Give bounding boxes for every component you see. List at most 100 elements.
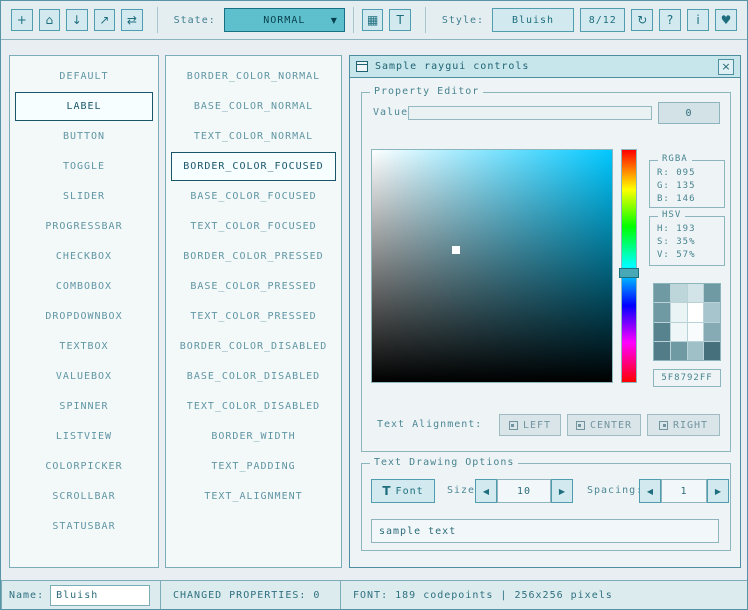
reload-style-button[interactable]: ↻ [631, 9, 653, 31]
controls-list-item[interactable]: DEFAULT [15, 62, 153, 91]
size-decrement-button[interactable]: ◀ [475, 479, 497, 503]
controls-list-item[interactable]: SLIDER [15, 182, 153, 211]
align-center-button[interactable]: CENTER [567, 414, 641, 436]
spacing-decrement-button[interactable]: ◀ [639, 479, 661, 503]
sample-text-input[interactable] [371, 519, 719, 543]
controls-list-item[interactable]: TEXTBOX [15, 332, 153, 361]
style-name-button[interactable]: Bluish [492, 8, 574, 32]
controls-list-item[interactable]: TOGGLE [15, 152, 153, 181]
properties-list-item[interactable]: BORDER_WIDTH [171, 422, 336, 451]
properties-list-item[interactable]: BASE_COLOR_FOCUSED [171, 182, 336, 211]
properties-list-item[interactable]: TEXT_COLOR_PRESSED [171, 302, 336, 331]
state-dropdown-value: NORMAL [263, 15, 305, 26]
controls-list-item[interactable]: LISTVIEW [15, 422, 153, 451]
controls-list-item[interactable]: VALUEBOX [15, 362, 153, 391]
text-icon: T [396, 13, 403, 27]
value-slider[interactable] [408, 106, 652, 120]
palette-swatch[interactable] [704, 284, 720, 302]
properties-list-item[interactable]: TEXT_COLOR_DISABLED [171, 392, 336, 421]
controls-list-item[interactable]: LABEL [15, 92, 153, 121]
hue-slider[interactable] [621, 149, 637, 383]
palette-swatch[interactable] [704, 342, 720, 360]
info-button[interactable]: i [687, 9, 709, 31]
load-style-button[interactable]: ⌂ [39, 9, 61, 31]
picker-cursor[interactable] [452, 246, 460, 254]
window-close-button[interactable]: × [718, 59, 734, 75]
window-icon [356, 61, 368, 72]
sponsor-button[interactable]: ♥ [715, 9, 737, 31]
value-box-text: 0 [685, 108, 692, 119]
properties-list-item[interactable]: BORDER_COLOR_FOCUSED [171, 152, 336, 181]
controls-list-item[interactable]: PROGRESSBAR [15, 212, 153, 241]
hex-color-textbox[interactable]: 5F8792FF [653, 369, 721, 387]
statusbar: Name: CHANGED PROPERTIES: 0 FONT: 189 co… [1, 580, 748, 610]
align-right-icon [659, 421, 668, 430]
palette-swatch[interactable] [671, 284, 687, 302]
name-label: Name: [9, 590, 44, 601]
arrow-right-icon: ▶ [559, 487, 565, 496]
font-button[interactable]: T Font [371, 479, 435, 503]
controls-list-item[interactable]: CHECKBOX [15, 242, 153, 271]
window-title-bar[interactable]: Sample raygui controls × [350, 56, 740, 78]
palette-swatch[interactable] [671, 303, 687, 321]
sample-controls-window: Sample raygui controls × Property Editor… [349, 55, 741, 568]
style-label: Style: [442, 15, 484, 26]
style-count-button[interactable]: 8/12 [580, 8, 625, 32]
properties-list-item[interactable]: BASE_COLOR_NORMAL [171, 92, 336, 121]
spacing-label: Spacing: [587, 485, 643, 496]
palette-swatch[interactable] [688, 342, 704, 360]
text-alignment-label: Text Alignment: [377, 419, 482, 430]
controls-list-item[interactable]: SCROLLBAR [15, 482, 153, 511]
palette-swatch[interactable] [688, 303, 704, 321]
value-box[interactable]: 0 [658, 102, 720, 124]
font-editor-button[interactable]: T [389, 9, 411, 31]
hsv-group: HSV H: 193 S: 35% V: 57% [649, 216, 725, 266]
controls-list-item[interactable]: BUTTON [15, 122, 153, 151]
properties-list-item[interactable]: TEXT_COLOR_FOCUSED [171, 212, 336, 241]
controls-list-item[interactable]: STATUSBAR [15, 512, 153, 541]
style-table-button[interactable]: ▦ [362, 9, 384, 31]
align-right-button[interactable]: RIGHT [647, 414, 720, 436]
style-name-input[interactable] [50, 585, 150, 606]
spacing-increment-button[interactable]: ▶ [707, 479, 729, 503]
palette-swatch[interactable] [704, 323, 720, 341]
palette-swatch[interactable] [671, 342, 687, 360]
properties-list-item[interactable]: BORDER_COLOR_NORMAL [171, 62, 336, 91]
properties-list-item[interactable]: TEXT_ALIGNMENT [171, 482, 336, 511]
align-left-button[interactable]: LEFT [499, 414, 561, 436]
properties-list-item[interactable]: BASE_COLOR_PRESSED [171, 272, 336, 301]
palette-swatch[interactable] [671, 323, 687, 341]
toolbar-separator [425, 7, 426, 33]
palette-swatch[interactable] [654, 303, 670, 321]
controls-list-item[interactable]: DROPDOWNBOX [15, 302, 153, 331]
hue-slider-handle[interactable] [619, 268, 639, 278]
properties-list-item[interactable]: BASE_COLOR_DISABLED [171, 362, 336, 391]
palette-swatch[interactable] [654, 323, 670, 341]
save-style-button[interactable]: ↓ [66, 9, 88, 31]
new-file-button[interactable]: + [11, 9, 33, 31]
controls-list-item[interactable]: SPINNER [15, 392, 153, 421]
properties-list-item[interactable]: BORDER_COLOR_PRESSED [171, 242, 336, 271]
palette-swatch[interactable] [654, 342, 670, 360]
palette-swatch[interactable] [704, 303, 720, 321]
palette-swatch[interactable] [654, 284, 670, 302]
palette-swatch[interactable] [688, 323, 704, 341]
properties-list-item[interactable]: TEXT_PADDING [171, 452, 336, 481]
properties-list-item[interactable]: BORDER_COLOR_DISABLED [171, 332, 336, 361]
state-dropdown[interactable]: NORMAL ▼ [224, 8, 345, 32]
hsv-title: HSV [658, 210, 685, 220]
spacing-value-box[interactable]: 1 [661, 479, 707, 503]
rgba-b-value: B: 146 [657, 193, 724, 206]
arrow-right-icon: ▶ [715, 487, 721, 496]
help-button[interactable]: ? [659, 9, 681, 31]
statusbar-font-cell: FONT: 189 codepoints | 256x256 pixels [340, 580, 748, 610]
properties-list-item[interactable]: TEXT_COLOR_NORMAL [171, 122, 336, 151]
palette-swatch[interactable] [688, 284, 704, 302]
sv-picker[interactable] [371, 149, 613, 383]
random-style-button[interactable]: ⇄ [121, 9, 143, 31]
size-value-box[interactable]: 10 [497, 479, 551, 503]
export-style-button[interactable]: ↗ [94, 9, 116, 31]
size-increment-button[interactable]: ▶ [551, 479, 573, 503]
controls-list-item[interactable]: COMBOBOX [15, 272, 153, 301]
controls-list-item[interactable]: COLORPICKER [15, 452, 153, 481]
